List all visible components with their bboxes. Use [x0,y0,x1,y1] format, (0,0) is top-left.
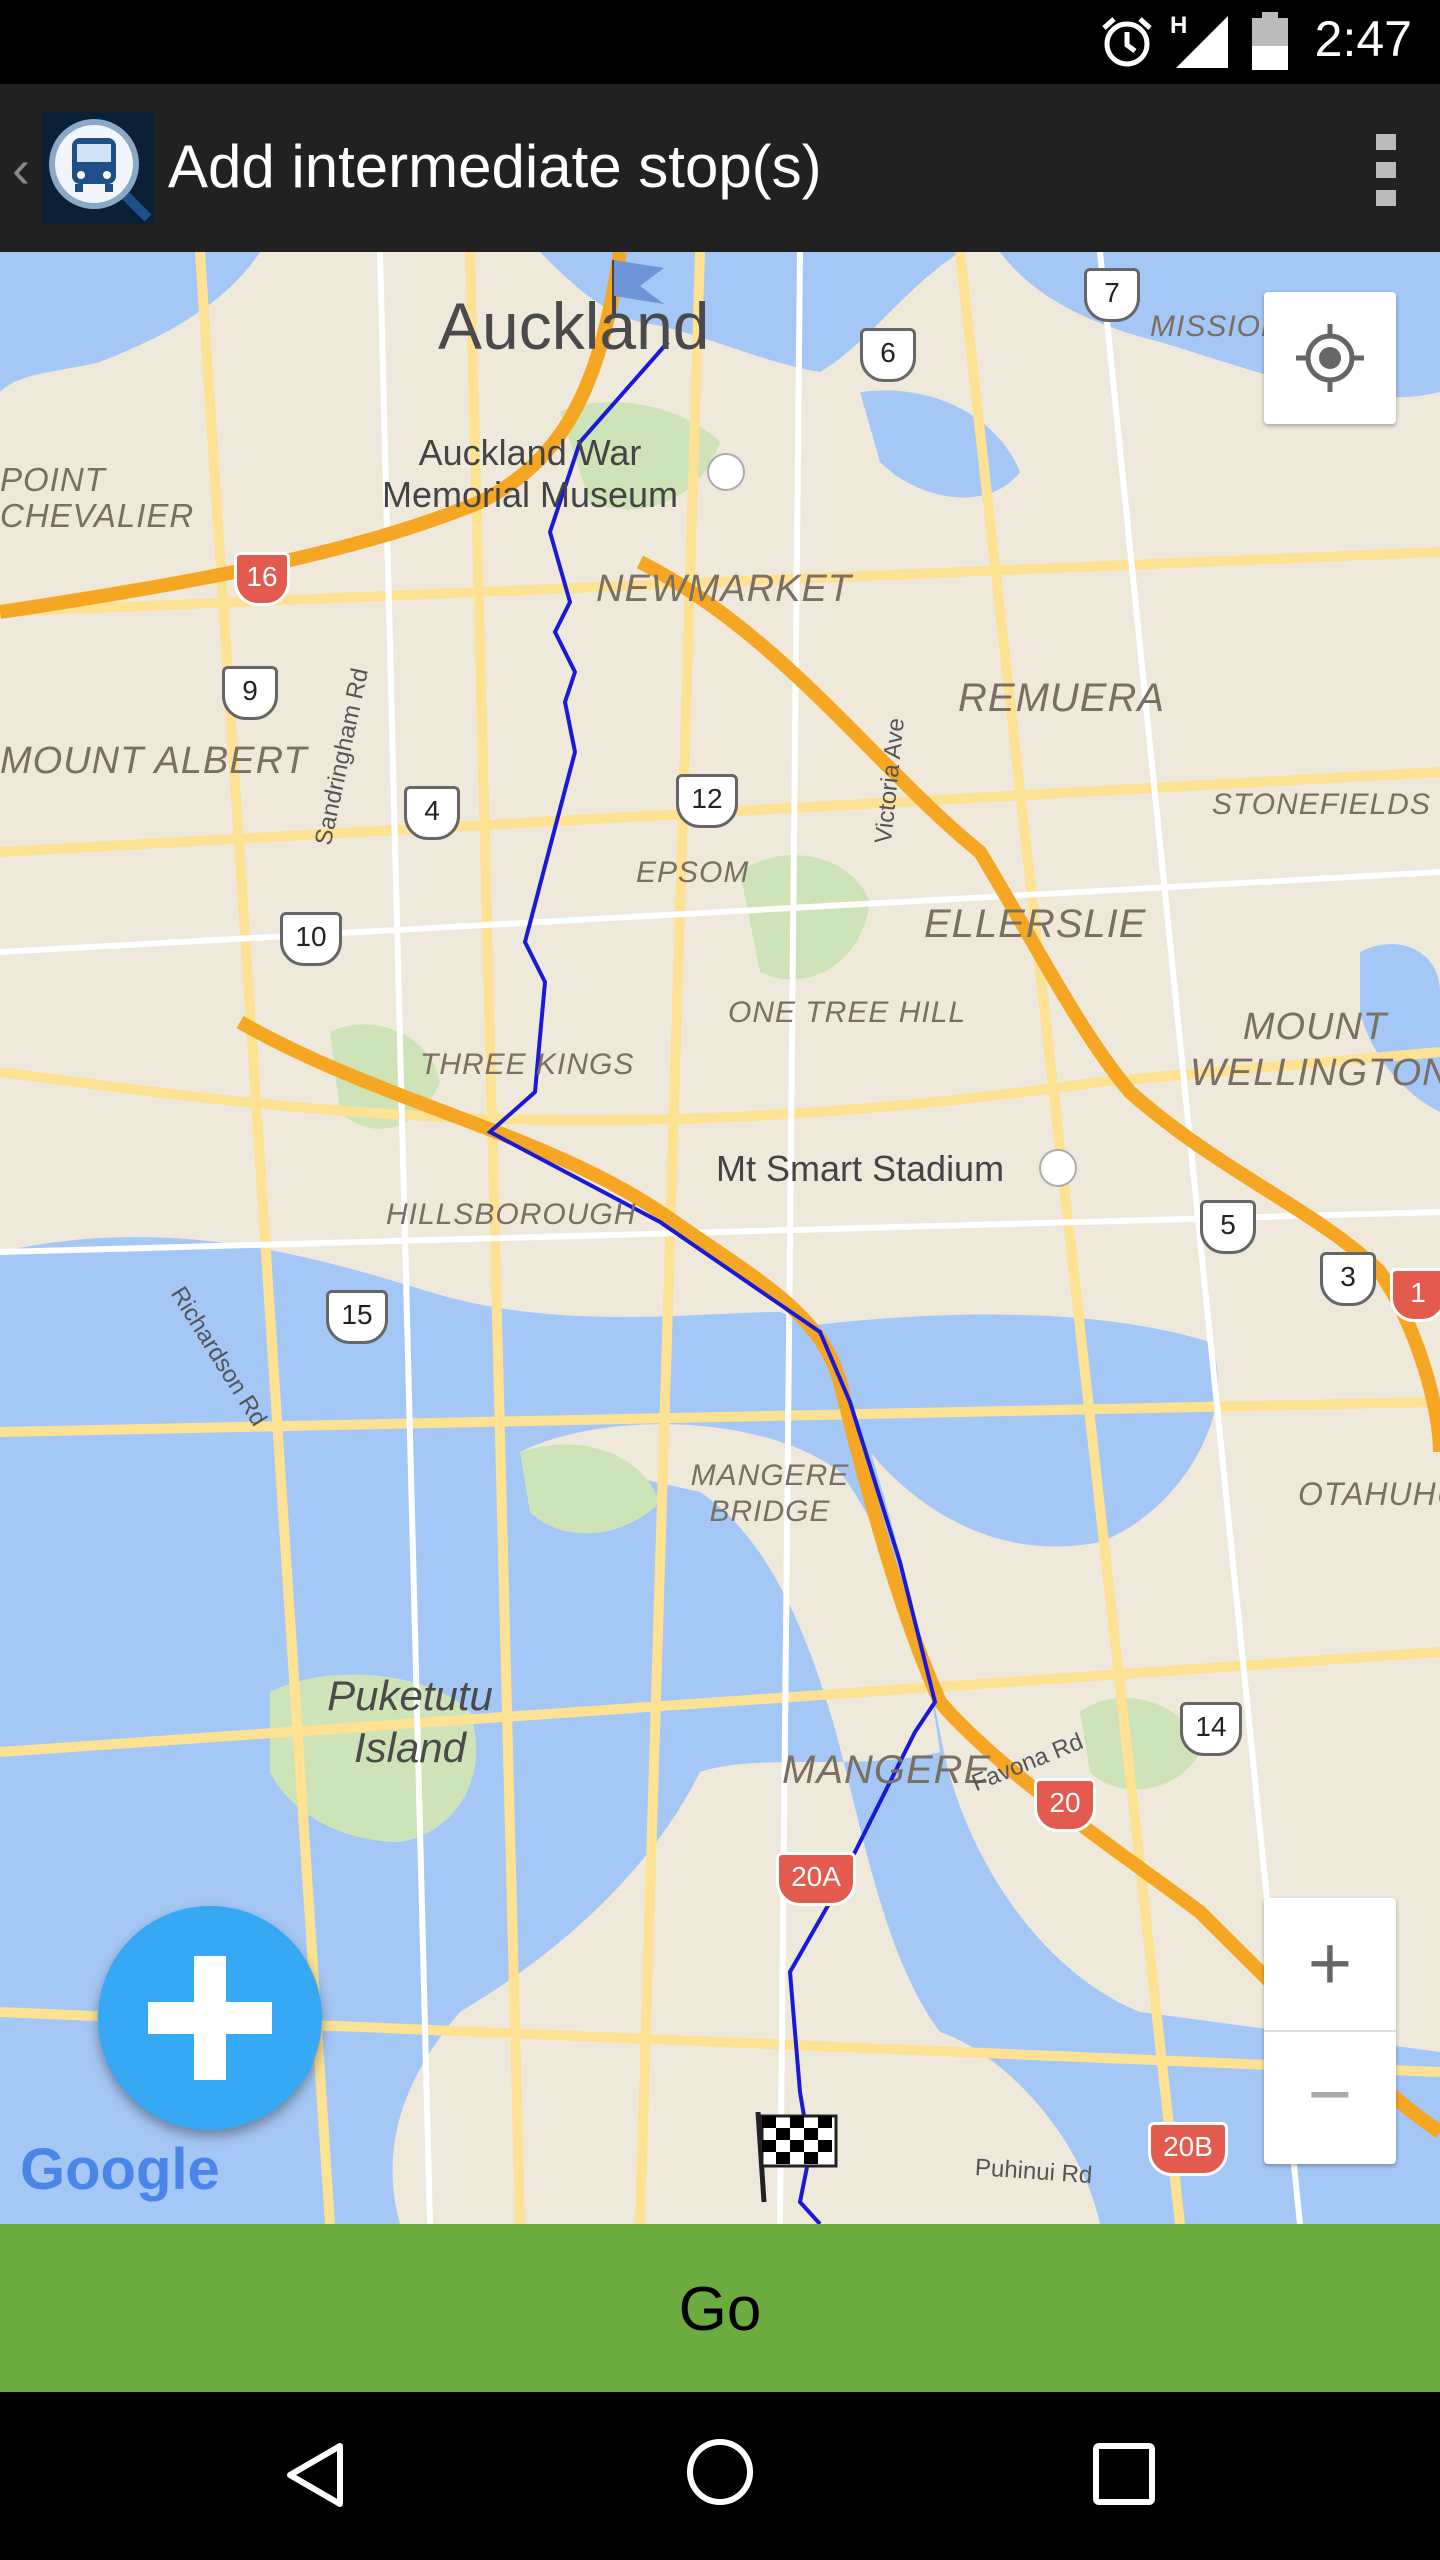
poi-label-stadium: Mt Smart Stadium [716,1148,1005,1189]
route-shield-16: 16 [234,552,290,606]
route-shield-12: 12 [676,774,738,828]
suburb-label-otahuhu: OTAHUHU [1298,1476,1440,1512]
suburb-label-one-tree-hill: ONE TREE HILL [728,996,967,1029]
suburb-label-newmarket: NEWMARKET [596,568,852,610]
route-shield-20: 20 [1034,1778,1096,1832]
alarm-icon [1102,17,1152,67]
island-label: Puketutu Island [327,1672,493,1771]
page-title: Add intermediate stop(s) [168,133,822,200]
zoom-out-label: − [1307,2052,1353,2137]
suburb-label-hillsborough: HILLSBOROUGH [386,1198,637,1231]
map-view[interactable]: Auckland Auckland War Memorial Museum Mt… [0,252,1440,2224]
zoom-out-button[interactable]: − [1264,2032,1396,2164]
back-nav-icon[interactable] [282,2440,352,2510]
signal-icon [1176,16,1228,68]
suburb-label-mangere: MANGERE [782,1748,992,1792]
recents-nav-icon[interactable] [1092,2442,1156,2506]
suburb-label-epsom: EPSOM [636,856,750,889]
suburb-label-mount-albert: MOUNT ALBERT [0,740,308,782]
zoom-in-button[interactable]: + [1264,1898,1396,2032]
poi-label-museum: Auckland War Memorial Museum [381,432,679,515]
route-shield-10: 10 [280,912,342,966]
route-shield-1: 1 [1390,1268,1440,1322]
home-nav-icon[interactable] [684,2436,756,2508]
zoom-in-label: + [1307,1921,1353,2006]
suburb-label-point-chevalier: POINT CHEVALIER [0,461,195,534]
add-stop-button[interactable] [98,1906,322,2130]
route-shield-6: 6 [860,328,916,382]
suburb-label-remuera: REMUERA [958,676,1166,720]
overflow-menu-icon[interactable] [1372,130,1400,210]
action-bar: ‹ Add intermediate stop(s) [0,84,1440,252]
route-shield-20b: 20B [1148,2122,1228,2176]
navigation-bar [0,2392,1440,2560]
battery-icon [1252,12,1288,70]
route-shield-7: 7 [1084,268,1140,322]
plus-icon [148,1956,272,2080]
route-shield-20a: 20A [776,1852,856,1906]
my-location-button[interactable] [1264,292,1396,424]
route-shield-9: 9 [222,666,278,720]
route-shield-14: 14 [1180,1702,1242,1756]
zoom-controls: + − [1264,1898,1396,2164]
route-shield-15: 15 [326,1290,388,1344]
route-shield-3: 3 [1320,1252,1376,1306]
suburb-label-ellerslie: ELLERSLIE [924,902,1147,946]
suburb-label-mangere-bridge: MANGERE BRIDGE [690,1459,850,1528]
route-shield-4: 4 [404,786,460,840]
route-shield-5: 5 [1200,1200,1256,1254]
suburb-label-mount-wellington: MOUNT WELLINGTON [1190,1006,1440,1094]
status-bar: H 2:47 [0,0,1440,84]
suburb-label-three-kings: THREE KINGS [420,1048,635,1081]
go-button-label: Go [678,2275,762,2344]
app-logo-icon[interactable] [42,112,154,224]
go-button[interactable]: Go [0,2224,1440,2392]
status-time: 2:47 [1314,11,1412,67]
suburb-label-stonefields: STONEFIELDS [1212,788,1431,821]
google-attribution: Google [20,2137,220,2202]
my-location-icon [1296,324,1364,392]
city-label: Auckland [438,289,710,363]
up-caret-icon[interactable]: ‹ [12,138,30,200]
